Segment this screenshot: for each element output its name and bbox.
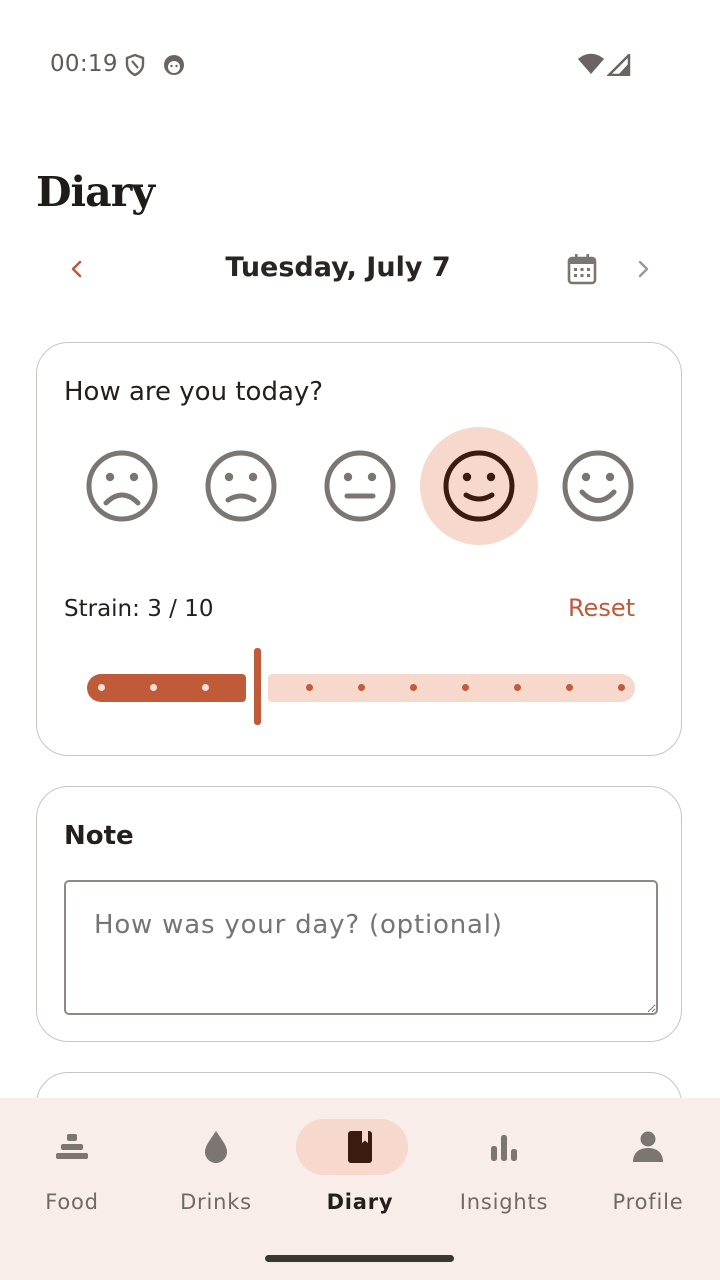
bar-chart-icon [491, 1135, 517, 1161]
page-title: Diary [36, 168, 155, 216]
reset-button[interactable]: Reset [568, 594, 635, 622]
food-icon [56, 1134, 88, 1159]
previous-day-button[interactable] [53, 245, 101, 293]
calendar-button[interactable] [558, 245, 606, 293]
strain-slider[interactable] [87, 648, 635, 728]
note-heading: Note [64, 821, 134, 851]
slider-tick [409, 684, 417, 691]
slider-tick [357, 684, 365, 691]
diary-book-icon [348, 1131, 372, 1163]
shield-icon [124, 53, 146, 81]
signal-icon [605, 51, 631, 80]
chevron-right-icon [638, 260, 649, 278]
person-icon [633, 1131, 663, 1162]
slider-tick [513, 684, 521, 691]
nav-label: Food [45, 1190, 99, 1214]
slider-tick [617, 684, 625, 691]
nav-label: Insights [459, 1190, 549, 1214]
status-time: 00:19 [50, 51, 118, 77]
nav-label: Diary [326, 1190, 394, 1214]
very-happy-face-icon [562, 450, 634, 522]
very-sad-face-icon [86, 450, 158, 522]
slider-tick [305, 684, 313, 691]
nav-label: Drinks [180, 1190, 252, 1214]
mood-neutral-button[interactable] [301, 427, 419, 545]
slider-tick [97, 684, 105, 691]
drop-icon [205, 1131, 227, 1163]
next-day-button[interactable] [619, 245, 667, 293]
nav-diary[interactable]: Diary [288, 1098, 432, 1228]
slider-inactive-track [268, 674, 635, 702]
slider-tick [461, 684, 469, 691]
calendar-icon [567, 254, 597, 285]
happy-face-icon [443, 450, 515, 522]
nav-profile[interactable]: Profile [576, 1098, 720, 1228]
nav-insights[interactable]: Insights [432, 1098, 576, 1228]
neutral-face-icon [324, 450, 396, 522]
slider-tick [201, 684, 209, 691]
note-card: Note [36, 786, 682, 1042]
wifi-icon [577, 53, 605, 79]
nav-label: Profile [612, 1190, 684, 1214]
sad-face-icon [205, 450, 277, 522]
mood-very-happy-button[interactable] [539, 427, 657, 545]
slider-tick [149, 684, 157, 691]
slider-active-track [87, 674, 246, 702]
mood-very-sad-button[interactable] [63, 427, 181, 545]
slider-thumb[interactable] [253, 648, 261, 725]
current-date: Tuesday, July 7 [225, 252, 451, 283]
slider-tick [565, 684, 573, 691]
mood-question: How are you today? [64, 377, 324, 407]
mood-sad-button[interactable] [182, 427, 300, 545]
assistant-face-icon [162, 53, 186, 81]
note-input[interactable] [64, 880, 658, 1015]
home-indicator [265, 1255, 454, 1262]
mood-card: How are you today? Strain: 3 / 10 Reset [36, 342, 682, 756]
strain-label: Strain: 3 / 10 [64, 596, 214, 622]
nav-drinks[interactable]: Drinks [144, 1098, 288, 1228]
bottom-navigation: Food Drinks Diary Insights Profile [0, 1098, 720, 1280]
nav-food[interactable]: Food [0, 1098, 144, 1228]
mood-happy-button[interactable] [420, 427, 538, 545]
chevron-left-icon [71, 260, 82, 278]
